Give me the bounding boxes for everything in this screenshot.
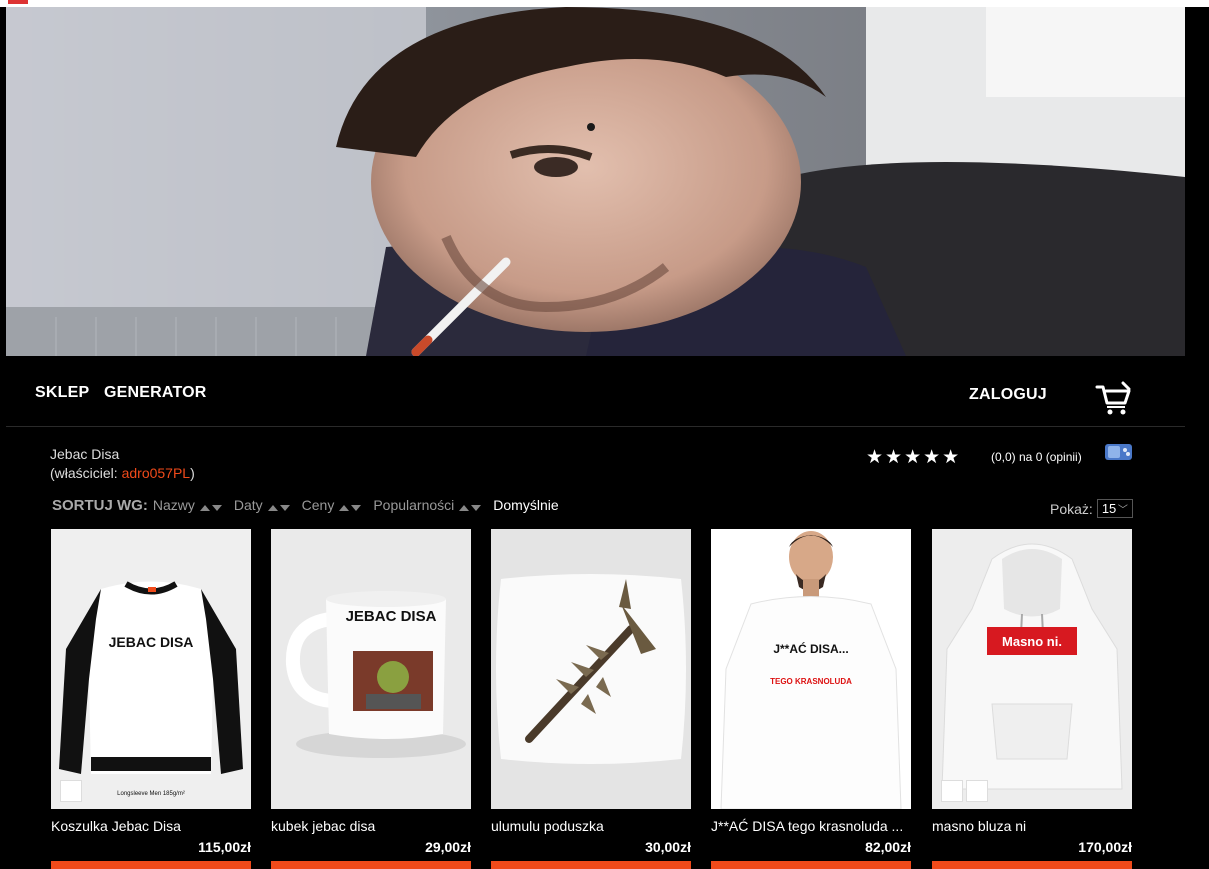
sort-down-icon[interactable] (279, 505, 290, 511)
sort-up-icon[interactable] (459, 505, 470, 511)
product-image[interactable] (491, 529, 691, 809)
product-price: 82,00zł (865, 839, 911, 855)
color-swatch[interactable] (60, 780, 82, 802)
owner-suffix: ) (190, 465, 195, 481)
product-card[interactable]: ulumulu poduszka 30,00zł (491, 529, 691, 869)
color-swatch[interactable] (966, 780, 988, 802)
rating-summary: (0,0) na 0 (opinii) (991, 450, 1082, 464)
shop-owner: (właściciel: adro057PL) (50, 465, 195, 481)
product-card[interactable]: JEBAC DISA Longsleeve Men 185g/m² Koszul… (51, 529, 251, 869)
add-to-cart-button[interactable] (491, 861, 691, 869)
favicon-icon (8, 0, 28, 4)
sort-name-arrows[interactable] (199, 505, 222, 511)
chevron-down-icon: ﹀ (1117, 505, 1128, 516)
product-price: 170,00zł (1078, 839, 1132, 855)
sort-popularity-arrows[interactable] (459, 505, 482, 511)
sort-down-icon[interactable] (211, 505, 222, 511)
login-link[interactable]: ZALOGUJ (969, 386, 1047, 404)
browser-top-strip (0, 0, 1209, 7)
product-image[interactable]: JEBAC DISA (271, 529, 471, 809)
add-to-cart-button[interactable] (711, 861, 911, 869)
product-name[interactable]: kubek jebac disa (271, 818, 471, 834)
product-price: 115,00zł (198, 839, 251, 855)
size-tag: Longsleeve Men 185g/m² (117, 791, 185, 797)
color-swatch[interactable] (941, 780, 963, 802)
nav-shop-link[interactable]: SKLEP (35, 384, 89, 402)
product-card[interactable]: Masno ni. masno bluza ni 170,00zł (932, 529, 1132, 869)
print-text: JEBAC DISA (346, 608, 437, 625)
sort-up-icon[interactable] (199, 505, 210, 511)
sort-label: SORTUJ WG: (52, 496, 148, 514)
sort-by-date[interactable]: Daty (234, 497, 263, 513)
page-size-control: Pokaż: 15 ﹀ (1050, 499, 1133, 518)
sort-by-name[interactable]: Nazwy (153, 497, 195, 513)
owner-prefix: (właściciel: (50, 465, 122, 481)
sort-down-icon[interactable] (351, 505, 362, 511)
main-nav: SKLEP GENERATOR ZALOGUJ (0, 356, 1209, 427)
product-image[interactable]: J**AĆ DISA... TEGO KRASNOLUDA (711, 529, 911, 809)
sort-date-arrows[interactable] (267, 505, 290, 511)
add-to-cart-button[interactable] (932, 861, 1132, 869)
add-to-cart-button[interactable] (271, 861, 471, 869)
owner-link[interactable]: adro057PL (122, 465, 191, 481)
rating-stars: ★★★★★ (866, 447, 962, 468)
gamepad-icon[interactable] (1104, 442, 1133, 462)
page-size-select[interactable]: 15 ﹀ (1096, 499, 1133, 518)
product-name[interactable]: ulumulu poduszka (491, 818, 691, 834)
product-card[interactable]: JEBAC DISA kubek jebac disa 29,00zł (271, 529, 471, 869)
sort-down-icon[interactable] (471, 505, 482, 511)
sort-default[interactable]: Domyślnie (493, 497, 558, 513)
shop-name: Jebac Disa (50, 446, 120, 462)
print-text: JEBAC DISA (109, 634, 194, 650)
shop-banner-image (6, 7, 1185, 356)
product-name[interactable]: masno bluza ni (932, 818, 1132, 834)
sort-by-popularity[interactable]: Popularności (373, 497, 454, 513)
product-name[interactable]: Koszulka Jebac Disa (51, 818, 251, 834)
product-image[interactable]: Masno ni. (932, 529, 1132, 809)
product-price: 29,00zł (425, 839, 471, 855)
product-image[interactable]: JEBAC DISA Longsleeve Men 185g/m² (51, 529, 251, 809)
cart-icon[interactable] (1095, 381, 1131, 415)
sort-up-icon[interactable] (267, 505, 278, 511)
print-subtext: TEGO KRASNOLUDA (770, 677, 852, 686)
nav-generator-link[interactable]: GENERATOR (104, 384, 207, 402)
product-card[interactable]: J**AĆ DISA... TEGO KRASNOLUDA J**AĆ DISA… (711, 529, 911, 869)
add-to-cart-button[interactable] (51, 861, 251, 869)
print-text: J**AĆ DISA... (773, 641, 848, 656)
product-price: 30,00zł (645, 839, 691, 855)
sort-bar: SORTUJ WG: Nazwy Daty Ceny Popularności … (52, 494, 564, 516)
product-name[interactable]: J**AĆ DISA tego krasnoluda ... (711, 818, 911, 834)
nav-divider (6, 426, 1185, 427)
page-size-label: Pokaż: (1050, 500, 1093, 517)
page-size-value: 15 (1101, 501, 1117, 516)
sort-up-icon[interactable] (339, 505, 350, 511)
print-text: Masno ni. (1002, 634, 1062, 649)
sort-by-price[interactable]: Ceny (302, 497, 335, 513)
sort-price-arrows[interactable] (339, 505, 362, 511)
